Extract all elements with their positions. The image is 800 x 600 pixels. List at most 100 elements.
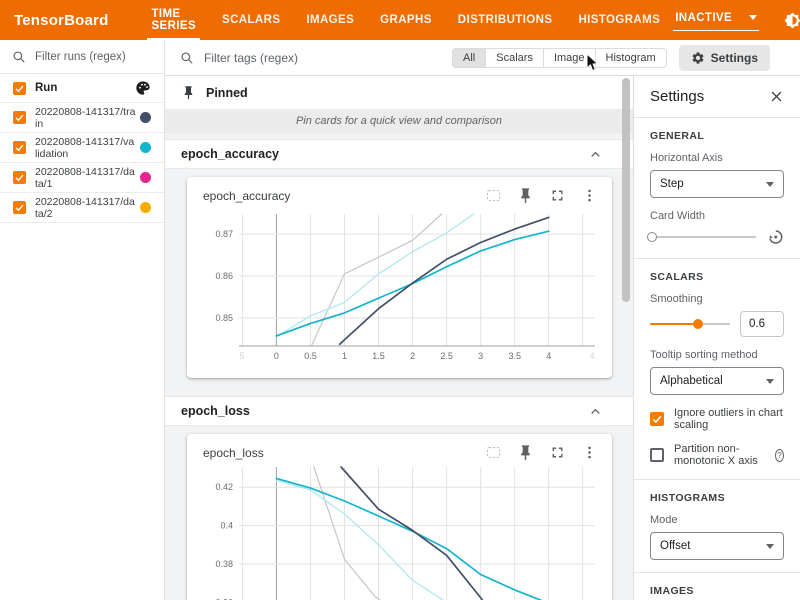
ignore-outliers-checkbox[interactable]	[650, 412, 664, 426]
chart-container: 0.850.860.8700.511.522.533.5454	[187, 206, 612, 378]
runs-header-row: Run	[0, 74, 164, 103]
epoch-accuracy-chart[interactable]: 0.850.860.8700.511.522.533.5454	[195, 208, 604, 372]
filter-button-all[interactable]: All	[452, 48, 486, 68]
palette-icon[interactable]	[135, 80, 151, 96]
reset-icon[interactable]	[766, 228, 784, 246]
fullscreen-icon[interactable]	[549, 444, 566, 461]
run-row-20220808-141317-validation: 20220808-141317/validation	[0, 133, 164, 163]
smoothing-slider[interactable]	[650, 318, 730, 330]
brightness-icon[interactable]	[784, 12, 800, 29]
tab-distributions[interactable]: DISTRIBUTIONS	[445, 0, 566, 40]
horizontal-axis-label: Horizontal Axis	[650, 152, 784, 164]
vertical-scrollbar[interactable]	[622, 78, 630, 302]
section-body-epoch-accuracy: epoch_accuracy 0.850.860.8700.511.522.53…	[165, 169, 633, 390]
x-tick-label: 0	[274, 351, 279, 361]
x-tick-label: 3	[478, 351, 483, 361]
tag-filter-input[interactable]: Filter tags (regex)	[165, 51, 452, 65]
runs-filter-placeholder: Filter runs (regex)	[35, 51, 126, 63]
fit-to-data-icon[interactable]	[485, 444, 502, 461]
section-title: epoch_accuracy	[181, 147, 588, 161]
status-dropdown[interactable]: INACTIVE	[673, 10, 759, 31]
tab-scalars[interactable]: SCALARS	[209, 0, 293, 40]
y-tick-label: 0.4	[220, 521, 233, 531]
run-name: 20220808-141317/data/1	[35, 166, 136, 190]
chart-container: 0.360.380.40.42	[187, 463, 612, 600]
chevron-down-icon	[766, 544, 774, 549]
card-actions	[470, 187, 598, 204]
settings-gear-icon	[691, 51, 705, 65]
x-tick-label: 3.5	[508, 351, 521, 361]
section-header-epoch-accuracy[interactable]: epoch_accuracy	[165, 139, 633, 169]
x-tick-label-faded: 5	[239, 351, 244, 361]
run-name: 20220808-141317/data/2	[35, 196, 136, 220]
run-color-dot[interactable]	[140, 142, 151, 153]
x-tick-label: 1.5	[372, 351, 385, 361]
x-tick-label: 2	[410, 351, 415, 361]
histogram-mode-select[interactable]: Offset	[650, 532, 784, 560]
run-checkbox[interactable]	[13, 111, 26, 124]
x-tick-label: 4	[546, 351, 551, 361]
select-all-runs-checkbox[interactable]	[13, 82, 26, 95]
tag-type-filter-group: AllScalarsImageHistogram	[452, 48, 667, 68]
fullscreen-icon[interactable]	[549, 187, 566, 204]
pin-icon[interactable]	[517, 444, 534, 461]
card-title: epoch_accuracy	[203, 189, 470, 203]
run-row-20220808-141317-data-1: 20220808-141317/data/1	[0, 163, 164, 193]
x-tick-label-faded: 4	[589, 351, 594, 361]
runs-filter-input[interactable]: Filter runs (regex)	[0, 40, 164, 74]
tab-graphs[interactable]: GRAPHS	[367, 0, 445, 40]
runs-sidebar: Filter runs (regex) Run 20220808-141317/…	[0, 40, 165, 600]
card-header: epoch_loss	[187, 434, 612, 463]
divider	[634, 258, 800, 259]
divider	[634, 117, 800, 118]
epoch-loss-chart[interactable]: 0.360.380.40.42	[195, 465, 604, 600]
more-vert-icon[interactable]	[581, 444, 598, 461]
run-checkbox[interactable]	[13, 171, 26, 184]
general-heading: GENERAL	[650, 130, 784, 142]
chevron-down-icon	[749, 15, 757, 20]
run-checkbox[interactable]	[13, 141, 26, 154]
y-tick-label: 0.85	[215, 313, 233, 323]
run-checkbox[interactable]	[13, 201, 26, 214]
card-width-slider[interactable]	[650, 231, 756, 243]
run-color-dot[interactable]	[140, 112, 151, 123]
run-name: 20220808-141317/validation	[35, 136, 136, 160]
tab-time-series[interactable]: TIME SERIES	[138, 0, 209, 40]
scalar-card-epoch-accuracy: epoch_accuracy 0.850.860.8700.511.522.53…	[187, 177, 612, 378]
y-tick-label: 0.38	[215, 559, 233, 569]
x-tick-label: 0.5	[304, 351, 317, 361]
help-icon[interactable]: ?	[775, 449, 784, 462]
fit-to-data-icon[interactable]	[485, 187, 502, 204]
run-color-dot[interactable]	[140, 202, 151, 213]
filter-button-scalars[interactable]: Scalars	[486, 48, 544, 68]
pin-icon[interactable]	[517, 187, 534, 204]
card-header: epoch_accuracy	[187, 177, 612, 206]
settings-button[interactable]: Settings	[679, 45, 770, 71]
tooltip-sort-select[interactable]: Alphabetical	[650, 367, 784, 395]
tab-images[interactable]: IMAGES	[293, 0, 367, 40]
chevron-down-icon	[766, 182, 774, 187]
run-row-20220808-141317-train: 20220808-141317/train	[0, 103, 164, 133]
pinned-empty-hint: Pin cards for a quick view and compariso…	[165, 109, 633, 133]
search-icon	[180, 51, 194, 65]
smoothing-value-input[interactable]: 0.6	[740, 311, 784, 337]
cards-scroll-area: Pinned Pin cards for a quick view and co…	[165, 76, 633, 600]
run-name: 20220808-141317/train	[35, 106, 136, 130]
x-tick-label: 1	[342, 351, 347, 361]
partition-x-axis-checkbox[interactable]	[650, 448, 664, 462]
more-vert-icon[interactable]	[581, 187, 598, 204]
close-icon[interactable]	[769, 89, 784, 104]
y-tick-label: 0.86	[215, 271, 233, 281]
tab-histograms[interactable]: HISTOGRAMS	[565, 0, 673, 40]
top-bar: TensorBoard TIME SERIESSCALARSIMAGESGRAP…	[0, 0, 800, 40]
filter-button-histogram[interactable]: Histogram	[596, 48, 667, 68]
run-color-dot[interactable]	[140, 172, 151, 183]
partition-x-axis-row[interactable]: Partition non-monotonic X axis?	[650, 443, 784, 467]
runs-list: 20220808-141317/train 20220808-141317/val…	[0, 103, 164, 223]
y-tick-label: 0.42	[215, 482, 233, 492]
scalars-heading: SCALARS	[650, 271, 784, 283]
horizontal-axis-select[interactable]: Step	[650, 170, 784, 198]
section-header-epoch-loss[interactable]: epoch_loss	[165, 396, 633, 426]
filter-button-image[interactable]: Image	[544, 48, 596, 68]
ignore-outliers-row[interactable]: Ignore outliers in chart scaling	[650, 407, 784, 431]
